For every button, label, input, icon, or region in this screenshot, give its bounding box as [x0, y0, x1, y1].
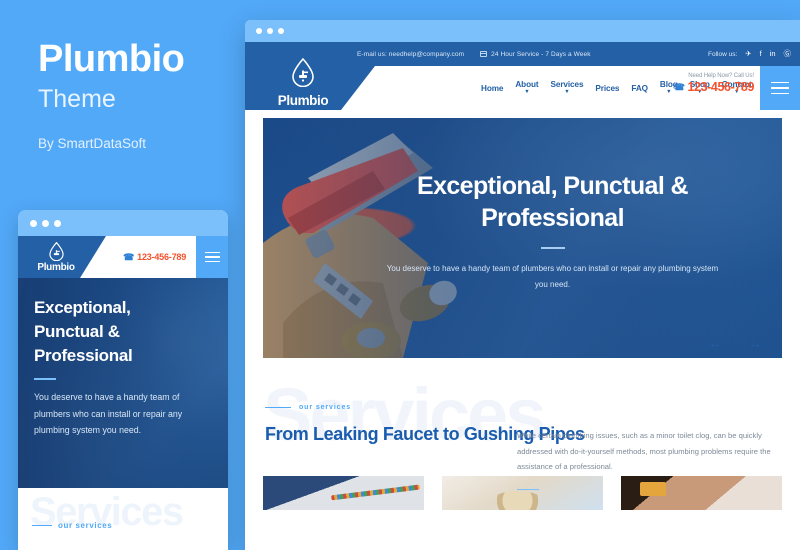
twitter-icon[interactable]: ✈ — [745, 50, 751, 58]
hero-heading: Exceptional, Punctual & Professional — [417, 172, 689, 232]
mobile-services-section: Services our services — [18, 488, 228, 550]
nav-label: Prices — [595, 83, 620, 93]
site-header: E-mail us: needhelp@company.com 24 Hour … — [245, 42, 800, 110]
desktop-mockup: E-mail us: needhelp@company.com 24 Hour … — [245, 20, 800, 550]
header-call-block: Need Help Now? Call Us! ☎ 123-456-789 — [673, 73, 755, 94]
nav-label: About — [515, 80, 539, 90]
water-drop-faucet-icon — [292, 57, 314, 88]
services-tagline: our services — [265, 404, 351, 411]
phone-number[interactable]: ☎ 123-456-789 — [673, 80, 755, 94]
mobile-hero-paragraph: You deserve to have a handy team of plum… — [34, 392, 183, 435]
hero-content: Exceptional, Punctual & Professional You… — [383, 170, 722, 293]
nav-item-prices[interactable]: Prices — [595, 84, 619, 93]
hours-label: 24 Hour Service - 7 Days a Week — [491, 50, 591, 58]
mobile-logo-text: Plumbio — [37, 261, 75, 273]
hero-slider: Exceptional, Punctual & Professional You… — [263, 118, 782, 358]
services-paragraph: While certain plumbing issues, such as a… — [517, 431, 771, 472]
burger-line — [771, 87, 789, 89]
tagline-dash — [32, 524, 52, 527]
follow-us-label: Follow us: — [708, 50, 738, 58]
phone-number-text: 123-456-789 — [687, 80, 755, 94]
phone-icon: ☎ — [123, 251, 135, 262]
google-plus-icon[interactable]: Ⓖ — [784, 50, 792, 58]
chevron-down-icon: ▼ — [524, 89, 530, 96]
slider-next-arrow[interactable]: → — [748, 336, 762, 350]
mobile-hero: Exceptional, Punctual & Professional You… — [18, 278, 228, 488]
window-dot-minimize[interactable] — [267, 28, 273, 34]
window-dot-close[interactable] — [30, 219, 37, 227]
tagline-text: our services — [299, 404, 352, 411]
mobile-hero-content: Exceptional, Punctual & Professional You… — [34, 296, 202, 438]
site-logo[interactable]: Plumbio — [263, 57, 343, 108]
mobile-services-tagline: our services — [32, 521, 112, 530]
mobile-header-right: ☎ 123-456-789 — [123, 236, 228, 278]
desktop-window-titlebar — [245, 20, 800, 42]
burger-line — [771, 81, 789, 84]
hero-paragraph: You deserve to have a handy team of plum… — [386, 264, 719, 289]
chevron-down-icon: ▼ — [564, 89, 570, 96]
window-dot-maximize[interactable] — [54, 219, 61, 227]
hamburger-menu-icon[interactable] — [196, 236, 228, 278]
phone-icon: ☎ — [673, 81, 685, 92]
nav-item-home[interactable]: Home — [481, 84, 503, 93]
email-info[interactable]: E-mail us: needhelp@company.com — [357, 51, 464, 58]
promo-banner: Plumbio Theme By SmartDataSoft E-mail us… — [0, 0, 800, 550]
logo-text: Plumbio — [277, 93, 329, 108]
nav-item-services[interactable]: Services ▼ — [551, 80, 584, 96]
mobile-site-logo[interactable]: Plumbio — [18, 241, 94, 273]
window-dot-minimize[interactable] — [42, 219, 49, 227]
mobile-window-titlebar — [18, 210, 228, 236]
nav-container: Home About ▼ Services ▼ Prices FAQ Blog … — [341, 66, 800, 110]
nav-label: Home — [481, 83, 504, 93]
tagline-text: our services — [58, 521, 113, 530]
services-description-block: While certain plumbing issues, such as a… — [517, 428, 776, 491]
promo-copy: Plumbio Theme By SmartDataSoft — [38, 38, 238, 151]
nav-label: FAQ — [631, 83, 648, 93]
services-section: Services our services From Leaking Fauce… — [245, 380, 800, 510]
nav-item-about[interactable]: About ▼ — [515, 80, 538, 96]
mobile-phone-text: 123-456-789 — [137, 252, 186, 262]
burger-line — [204, 260, 220, 263]
facebook-icon[interactable]: f — [760, 50, 762, 58]
page-title: Plumbio — [38, 38, 185, 80]
mobile-site-header: Plumbio ☎ 123-456-789 — [18, 236, 228, 278]
burger-line — [771, 92, 789, 95]
services-divider — [517, 488, 539, 491]
burger-line — [204, 251, 220, 254]
hamburger-menu-icon[interactable] — [760, 66, 800, 110]
water-drop-faucet-icon — [48, 241, 64, 261]
promo-subtitle: Theme — [38, 84, 116, 113]
promo-byline: By SmartDataSoft — [38, 135, 147, 151]
hours-info: 24 Hour Service - 7 Days a Week — [480, 51, 590, 58]
mobile-hero-divider — [34, 378, 56, 381]
nav-item-faq[interactable]: FAQ — [631, 84, 648, 93]
window-dot-close[interactable] — [256, 28, 262, 34]
window-dot-maximize[interactable] — [278, 28, 284, 34]
tagline-dash — [265, 406, 291, 409]
slider-prev-arrow[interactable]: ← — [708, 336, 722, 350]
call-us-label: Need Help Now? Call Us! — [688, 73, 754, 79]
linkedin-icon[interactable]: in — [770, 50, 776, 58]
hero-divider — [540, 247, 565, 249]
social-links: Follow us: ✈ f in Ⓖ — [708, 42, 791, 66]
slider-controls: ← → — [708, 336, 762, 350]
mobile-phone-number[interactable]: ☎ 123-456-789 — [123, 252, 186, 263]
nav-label: Services — [550, 80, 584, 90]
mobile-mockup: Plumbio ☎ 123-456-789 Exceptional, Punct… — [18, 210, 228, 550]
mobile-hero-heading: Exceptional, Punctual & Professional — [34, 298, 133, 366]
chevron-down-icon: ▼ — [666, 89, 672, 96]
service-card-electrical[interactable] — [263, 476, 424, 510]
calendar-icon — [480, 51, 488, 57]
burger-line — [204, 256, 220, 258]
